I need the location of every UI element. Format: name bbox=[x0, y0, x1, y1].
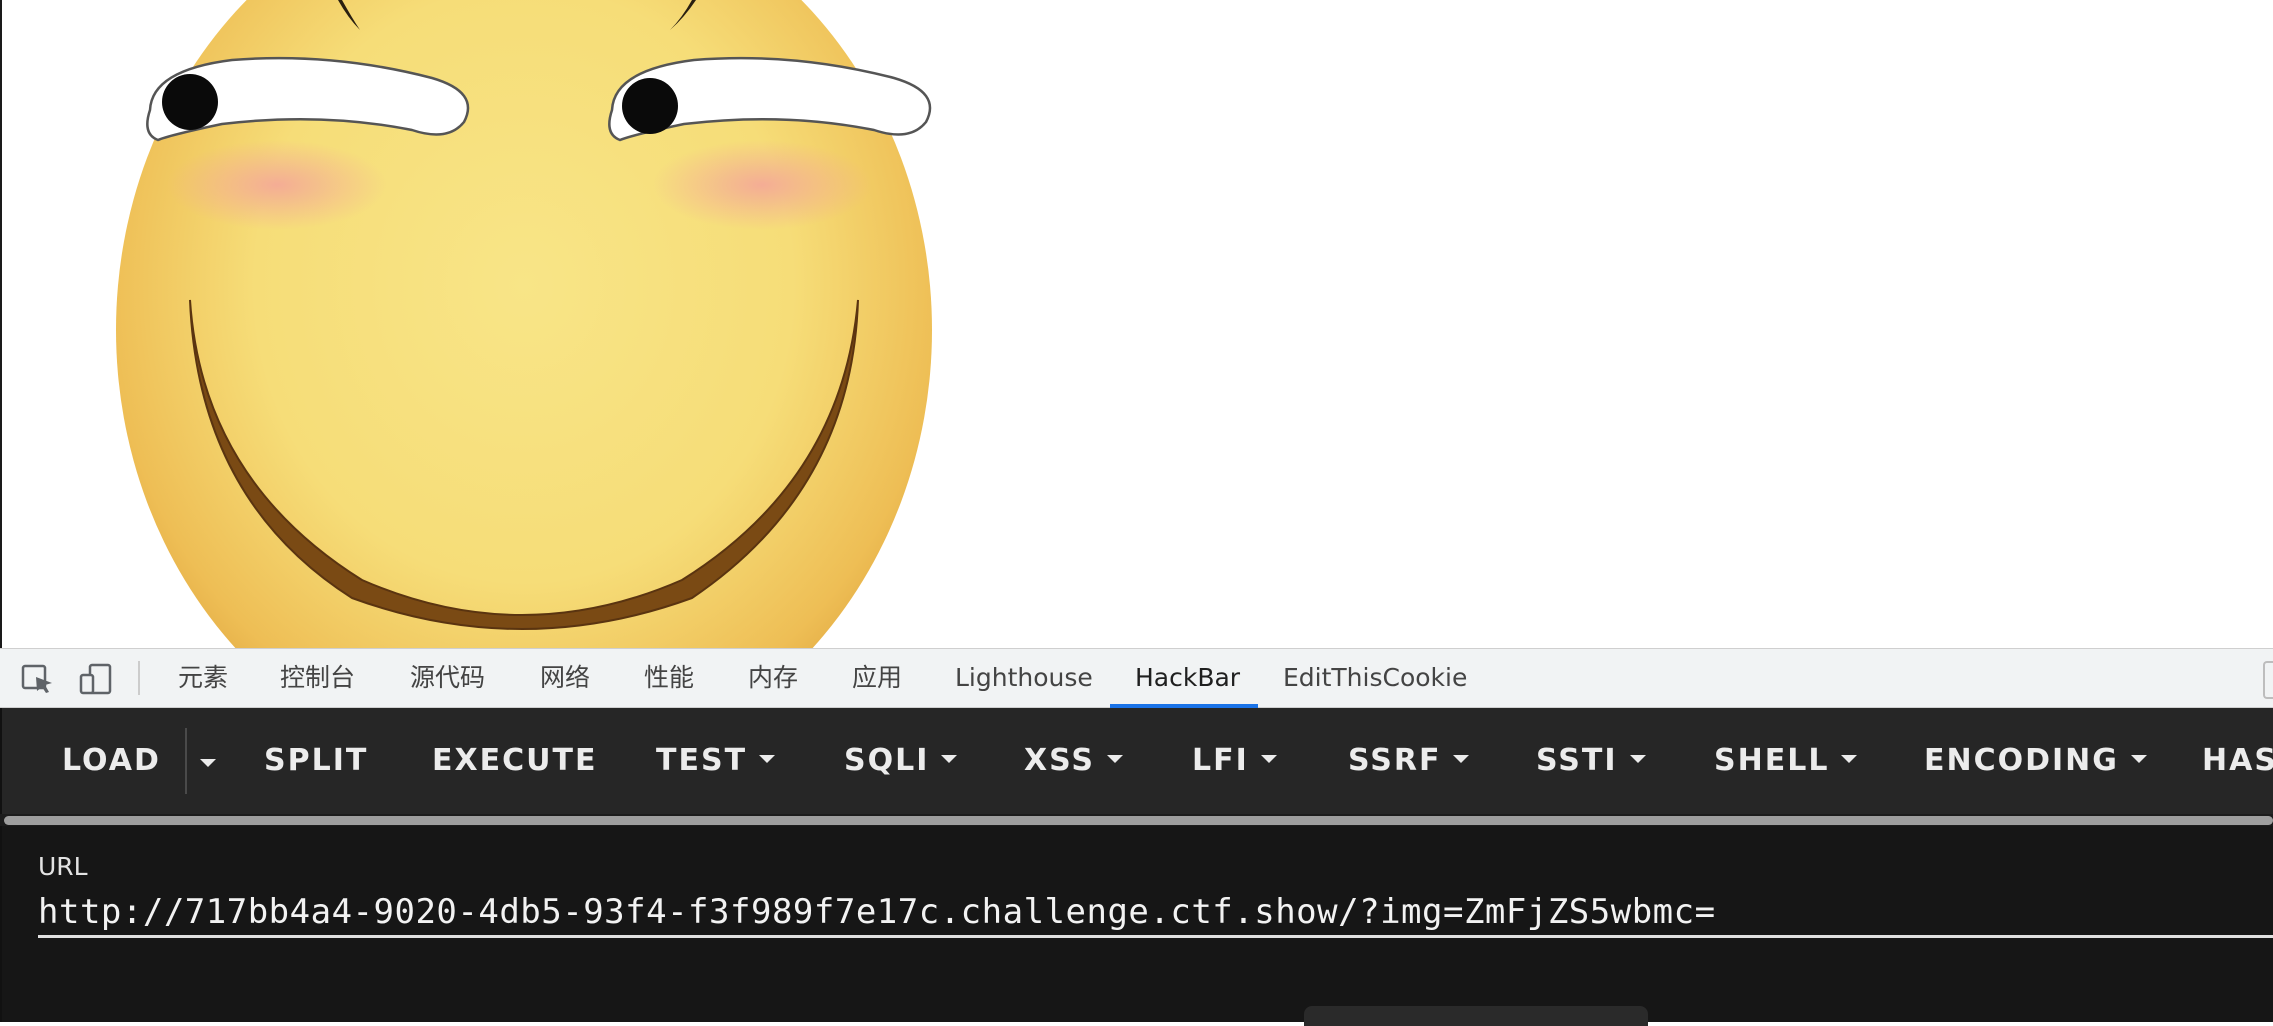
encoding-menu-button[interactable]: ENCODING bbox=[1924, 708, 2147, 814]
ssrf-menu-label: SSRF bbox=[1348, 743, 1442, 778]
encoding-menu-label: ENCODING bbox=[1924, 743, 2119, 778]
ssti-menu-label: SSTI bbox=[1536, 743, 1618, 778]
tab-network[interactable]: 网络 bbox=[540, 649, 590, 707]
sqli-menu-label: SQLI bbox=[844, 743, 930, 778]
tab-sources[interactable]: 源代码 bbox=[410, 649, 485, 707]
left-blush bbox=[167, 140, 387, 230]
tab-console[interactable]: 控制台 bbox=[280, 649, 355, 707]
execute-button-label: EXECUTE bbox=[432, 743, 598, 778]
test-menu-label: TEST bbox=[656, 743, 748, 778]
caret-down-icon bbox=[759, 754, 776, 763]
right-pupil bbox=[622, 78, 678, 134]
load-divider bbox=[185, 728, 187, 794]
shell-menu-label: SHELL bbox=[1714, 743, 1830, 778]
caret-down-icon bbox=[2130, 754, 2147, 763]
hackbar-panel: URL http://717bb4a4-9020-4db5-93f4-f3f98… bbox=[0, 826, 2273, 1026]
page-viewport bbox=[0, 0, 2273, 648]
caret-down-icon bbox=[1453, 754, 1470, 763]
url-input[interactable]: http://717bb4a4-9020-4db5-93f4-f3f989f7e… bbox=[38, 888, 2273, 938]
hashing-menu-button[interactable]: HAS bbox=[2202, 708, 2273, 814]
caret-down-icon bbox=[200, 759, 216, 767]
caret-down-icon bbox=[1841, 754, 1858, 763]
tabbar-divider bbox=[138, 661, 140, 695]
lfi-menu-button[interactable]: LFI bbox=[1192, 708, 1277, 814]
tabbar-overflow-edge bbox=[2263, 661, 2273, 699]
caret-down-icon bbox=[1260, 754, 1277, 763]
split-button[interactable]: SPLIT bbox=[264, 708, 368, 814]
right-blush bbox=[652, 140, 872, 230]
panel-bottom-element bbox=[1304, 1006, 1648, 1026]
hashing-menu-label: HAS bbox=[2202, 743, 2273, 778]
url-field-label: URL bbox=[38, 852, 88, 881]
hackbar-toolbar: LOAD SPLIT EXECUTE TEST SQLI XSS LFI SSR… bbox=[0, 708, 2273, 814]
caret-down-icon bbox=[941, 754, 958, 763]
tab-hackbar[interactable]: HackBar bbox=[1135, 649, 1240, 707]
ssti-menu-button[interactable]: SSTI bbox=[1536, 708, 1646, 814]
devtools-tabbar: 元素 控制台 源代码 网络 性能 内存 应用 Lighthouse HackBa… bbox=[0, 648, 2273, 708]
load-button[interactable]: LOAD bbox=[62, 708, 161, 814]
tab-application[interactable]: 应用 bbox=[852, 649, 902, 707]
device-toolbar-icon[interactable] bbox=[78, 663, 114, 695]
split-button-label: SPLIT bbox=[264, 743, 369, 778]
tab-performance[interactable]: 性能 bbox=[644, 649, 694, 707]
execute-button[interactable]: EXECUTE bbox=[432, 708, 597, 814]
smiley-face-image bbox=[116, 0, 932, 648]
load-button-label: LOAD bbox=[62, 743, 161, 778]
xss-menu-label: XSS bbox=[1024, 743, 1095, 778]
left-pupil bbox=[162, 74, 218, 130]
load-dropdown-button[interactable] bbox=[194, 708, 224, 814]
toolbar-scrollbar[interactable] bbox=[0, 814, 2273, 826]
xss-menu-button[interactable]: XSS bbox=[1024, 708, 1123, 814]
inspect-element-icon[interactable] bbox=[20, 663, 56, 695]
lfi-menu-label: LFI bbox=[1192, 743, 1249, 778]
ssrf-menu-button[interactable]: SSRF bbox=[1348, 708, 1470, 814]
sqli-menu-button[interactable]: SQLI bbox=[844, 708, 958, 814]
toolbar-scrollbar-thumb[interactable] bbox=[4, 816, 2273, 825]
url-input-value[interactable]: http://717bb4a4-9020-4db5-93f4-f3f989f7e… bbox=[38, 892, 1716, 932]
tab-lighthouse[interactable]: Lighthouse bbox=[955, 649, 1093, 707]
tab-editthiscookie[interactable]: EditThisCookie bbox=[1283, 649, 1467, 707]
caret-down-icon bbox=[1107, 754, 1123, 763]
test-menu-button[interactable]: TEST bbox=[656, 708, 776, 814]
shell-menu-button[interactable]: SHELL bbox=[1714, 708, 1858, 814]
tab-memory[interactable]: 内存 bbox=[748, 649, 798, 707]
tab-elements[interactable]: 元素 bbox=[178, 649, 228, 707]
caret-down-icon bbox=[1629, 754, 1646, 763]
